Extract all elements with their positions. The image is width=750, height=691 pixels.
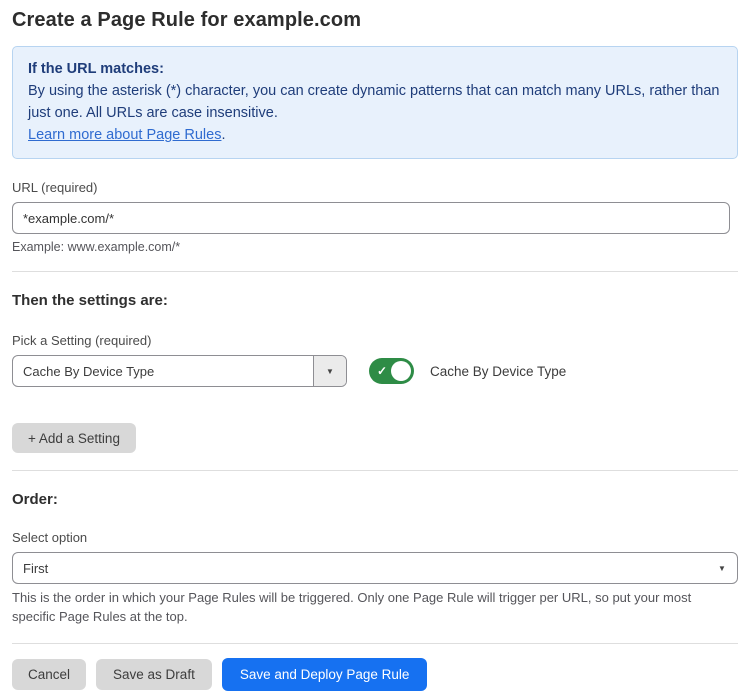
info-box-link-line: Learn more about Page Rules.	[28, 124, 722, 146]
setting-row: Cache By Device Type ▼ ✓ Cache By Device…	[12, 355, 738, 387]
info-box-body: By using the asterisk (*) character, you…	[28, 80, 722, 124]
order-select-value: First	[13, 553, 707, 583]
cache-by-device-type-toggle[interactable]: ✓	[369, 358, 414, 384]
order-section-heading: Order:	[12, 491, 738, 508]
learn-more-link[interactable]: Learn more about Page Rules	[28, 127, 221, 143]
footer-divider	[12, 643, 738, 644]
footer-actions: Cancel Save as Draft Save and Deploy Pag…	[12, 658, 738, 691]
toggle-label: Cache By Device Type	[430, 364, 566, 379]
save-and-deploy-button[interactable]: Save and Deploy Page Rule	[222, 658, 428, 691]
settings-section-heading: Then the settings are:	[12, 292, 738, 309]
order-select[interactable]: First ▼	[12, 552, 738, 584]
setting-select-arrow-button[interactable]: ▼	[313, 356, 346, 386]
url-match-info-box: If the URL matches: By using the asteris…	[12, 46, 738, 159]
section-divider	[12, 470, 738, 471]
order-help-text: This is the order in which your Page Rul…	[12, 589, 724, 626]
save-as-draft-button[interactable]: Save as Draft	[96, 659, 212, 690]
toggle-knob	[391, 361, 411, 381]
url-field-hint: Example: www.example.com/*	[12, 240, 738, 254]
url-field-label: URL (required)	[12, 180, 738, 195]
check-icon: ✓	[377, 365, 387, 377]
add-setting-button[interactable]: + Add a Setting	[12, 423, 136, 453]
order-select-label: Select option	[12, 530, 738, 545]
info-box-heading: If the URL matches:	[28, 58, 722, 80]
cancel-button[interactable]: Cancel	[12, 659, 86, 690]
page-title: Create a Page Rule for example.com	[12, 9, 738, 32]
chevron-down-icon: ▼	[707, 553, 737, 583]
url-input[interactable]	[12, 202, 730, 234]
pick-setting-label: Pick a Setting (required)	[12, 333, 738, 348]
setting-select-value: Cache By Device Type	[13, 356, 313, 386]
setting-select[interactable]: Cache By Device Type ▼	[12, 355, 347, 387]
section-divider	[12, 271, 738, 272]
chevron-down-icon: ▼	[326, 367, 334, 376]
link-suffix: .	[221, 127, 225, 143]
create-page-rule-form: Create a Page Rule for example.com If th…	[0, 0, 750, 691]
